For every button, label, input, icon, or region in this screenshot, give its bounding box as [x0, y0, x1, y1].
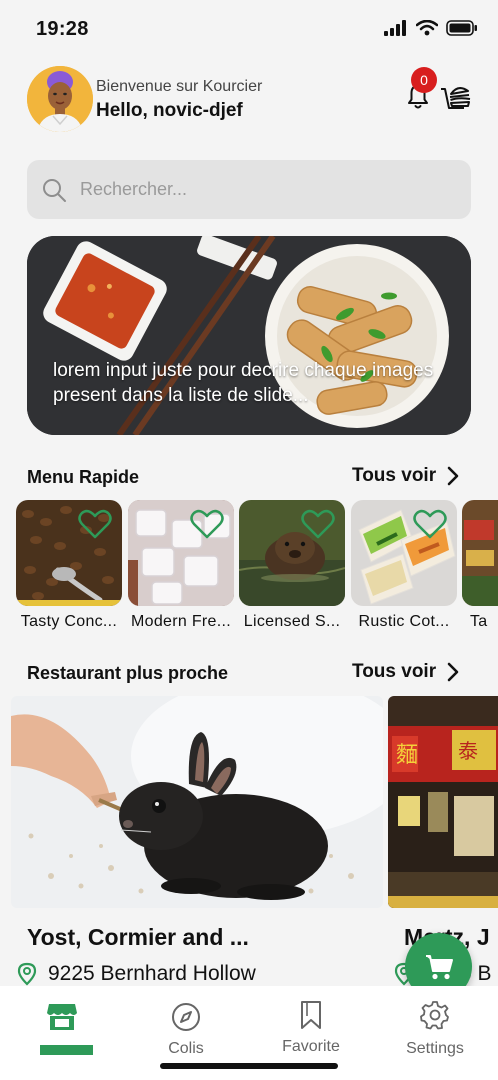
heart-icon[interactable]: [78, 508, 112, 540]
restaurant-see-all-button[interactable]: Tous voir: [352, 661, 460, 683]
menu-see-all-label: Tous voir: [352, 465, 437, 486]
menu-item-image: [128, 500, 234, 606]
menu-item[interactable]: Tasty Conc...: [16, 500, 122, 631]
signal-icon: [384, 20, 406, 36]
restaurant-section-title: Restaurant plus proche: [27, 663, 229, 683]
heart-icon[interactable]: [413, 508, 447, 540]
tab-settings-label: Settings: [406, 1040, 464, 1057]
search-input[interactable]: Rechercher...: [80, 179, 187, 200]
menu-item-label: Licensed S...: [243, 613, 341, 630]
store-icon: [47, 1004, 77, 1030]
menu-item-label: Tasty Conc...: [20, 613, 118, 630]
menu-item[interactable]: Modern Fre...: [128, 500, 234, 631]
avatar[interactable]: [27, 66, 93, 132]
welcome-text: Bienvenue sur Kourcier: [96, 78, 263, 95]
chevron-right-icon: [447, 662, 459, 682]
burger-cart-icon[interactable]: [439, 80, 473, 114]
status-bar: 19:28: [0, 0, 498, 60]
tab-settings[interactable]: Settings: [385, 986, 485, 1066]
menu-section-title: Menu Rapide: [27, 467, 140, 487]
restaurant-name: Yost, Cormier and ...: [27, 924, 249, 950]
tab-colis-label: Colis: [168, 1040, 204, 1057]
active-tab-indicator: [40, 1045, 93, 1055]
menu-item-image: [16, 500, 122, 606]
tab-colis[interactable]: Colis: [136, 986, 236, 1066]
home-indicator: [160, 1063, 338, 1069]
menu-item[interactable]: Rustic Cot...: [351, 500, 457, 631]
greeting-text: Hello, novic-djef: [96, 100, 243, 121]
search-bar[interactable]: Rechercher...: [27, 160, 471, 219]
restaurant-see-all-label: Tous voir: [352, 661, 437, 682]
bookmark-icon: [301, 1001, 321, 1029]
menu-item[interactable]: Ta: [462, 500, 498, 631]
gear-icon: [420, 1001, 449, 1030]
menu-item-label: Rustic Cot...: [358, 613, 450, 630]
svg-text:泰: 泰: [458, 739, 478, 763]
battery-icon: [446, 20, 477, 36]
search-icon: [43, 179, 66, 202]
chevron-right-icon: [447, 466, 459, 486]
header: Bienvenue sur Kourcier Hello, novic-djef…: [27, 66, 477, 134]
location-pin-icon: [17, 962, 37, 986]
restaurant-address-text: 9225 Bernhard Hollow: [48, 962, 256, 985]
compass-icon: [172, 1003, 200, 1031]
restaurant-address: 9225 Bernhard Hollow: [16, 962, 256, 986]
tab-favorite-label: Favorite: [282, 1038, 340, 1055]
menu-item-image: [462, 500, 498, 606]
menu-item-label: Modern Fre...: [131, 613, 231, 630]
status-time: 19:28: [36, 18, 89, 40]
status-icons: [384, 20, 478, 36]
restaurant-image: 麵 泰: [388, 696, 498, 908]
wifi-icon: [416, 20, 438, 36]
menu-item-label: Ta: [470, 613, 488, 630]
menu-item[interactable]: Licensed S...: [239, 500, 345, 631]
menu-item-image: [239, 500, 345, 606]
cart-icon: [425, 954, 453, 979]
promo-banner[interactable]: lorem input juste pour decrire chaque im…: [27, 236, 471, 435]
heart-icon[interactable]: [301, 508, 335, 540]
heart-icon[interactable]: [190, 508, 224, 540]
restaurant-image: [11, 696, 383, 908]
menu-see-all-button[interactable]: Tous voir: [352, 465, 460, 487]
restaurant-card[interactable]: Yost, Cormier and ... 9225 Bernhard Holl…: [11, 696, 383, 986]
banner-caption: lorem input juste pour decrire chaque im…: [53, 360, 434, 406]
menu-item-image: [351, 500, 457, 606]
notification-badge: 0: [411, 67, 437, 93]
svg-text:麵: 麵: [396, 743, 418, 768]
tab-favorite[interactable]: Favorite: [261, 986, 361, 1066]
